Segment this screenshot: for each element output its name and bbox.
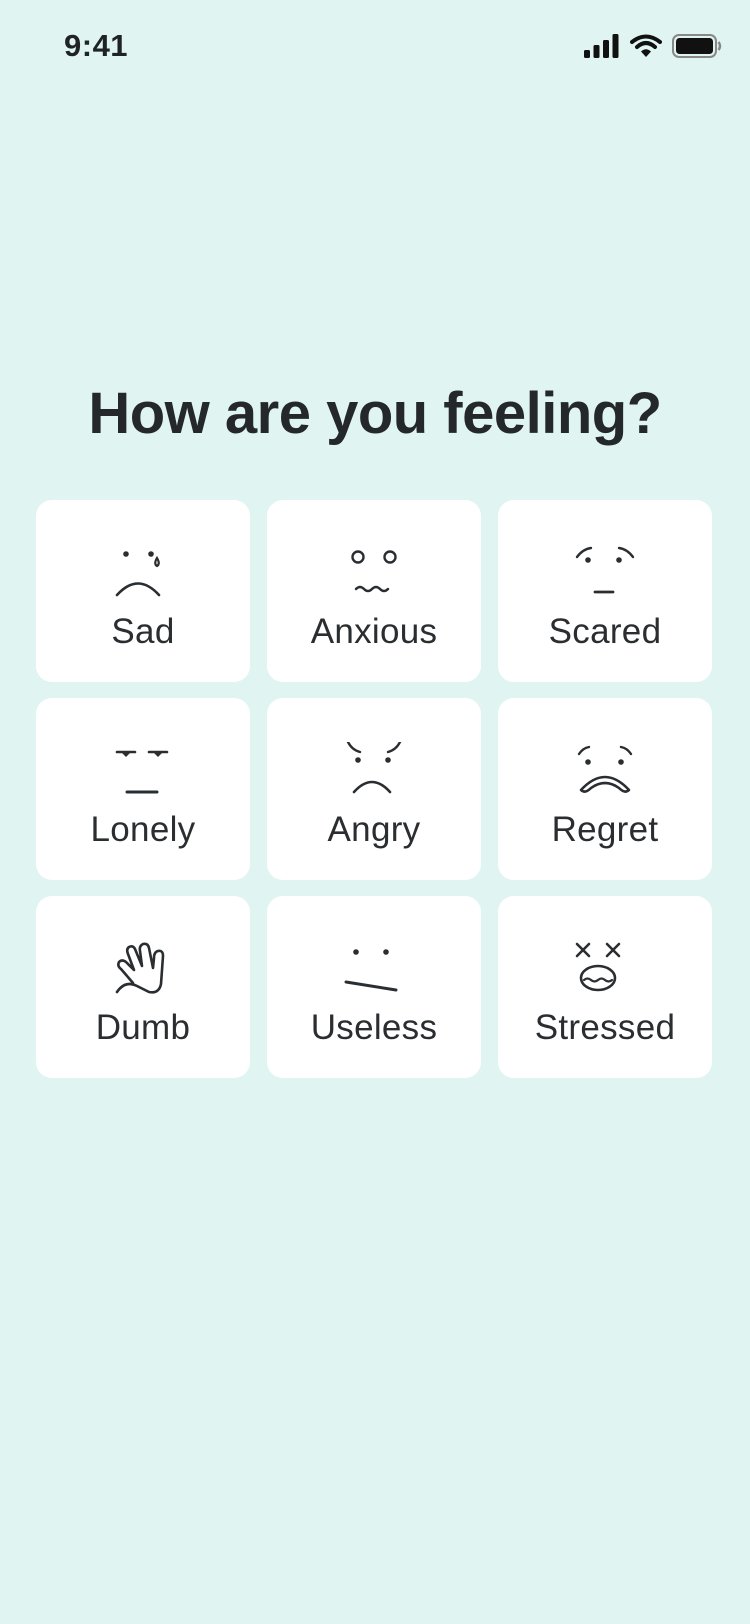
mood-label: Sad	[111, 612, 175, 651]
sad-face-icon	[115, 551, 161, 597]
mood-label: Useless	[310, 1008, 438, 1047]
mood-label: Anxious	[310, 612, 438, 651]
scared-face-icon	[575, 546, 635, 594]
page-title: How are you feeling?	[88, 381, 662, 446]
status-bar: 9:41	[0, 0, 750, 96]
anxious-face-icon	[351, 550, 397, 593]
cellular-signal-icon	[584, 34, 619, 58]
mood-card-regret[interactable]: Regret	[498, 698, 712, 880]
mood-label: Scared	[548, 612, 662, 651]
mood-label: Lonely	[90, 810, 196, 849]
regret-face-icon	[577, 745, 633, 793]
status-time: 9:41	[64, 28, 129, 63]
mood-label: Stressed	[534, 1008, 676, 1047]
mood-card-stressed[interactable]: Stressed	[498, 896, 712, 1078]
mood-card-useless[interactable]: Useless	[267, 896, 481, 1078]
stressed-face-icon	[575, 942, 621, 992]
status-icons	[584, 34, 722, 58]
mood-grid: Sad Anxious Scared Lonely Angry Regret D…	[36, 500, 712, 1078]
mood-label: Angry	[327, 810, 421, 849]
useless-face-icon	[344, 949, 398, 992]
battery-icon	[672, 34, 722, 58]
wifi-icon	[630, 34, 662, 57]
mood-label: Dumb	[95, 1008, 191, 1047]
mood-card-dumb[interactable]: Dumb	[36, 896, 250, 1078]
mood-card-sad[interactable]: Sad	[36, 500, 250, 682]
mood-card-angry[interactable]: Angry	[267, 698, 481, 880]
mood-card-anxious[interactable]: Anxious	[267, 500, 481, 682]
lonely-face-icon	[115, 750, 169, 794]
mood-card-lonely[interactable]: Lonely	[36, 698, 250, 880]
mood-card-scared[interactable]: Scared	[498, 500, 712, 682]
mood-label: Regret	[551, 810, 659, 849]
angry-face-icon	[346, 742, 402, 794]
facepalm-icon	[115, 942, 165, 994]
